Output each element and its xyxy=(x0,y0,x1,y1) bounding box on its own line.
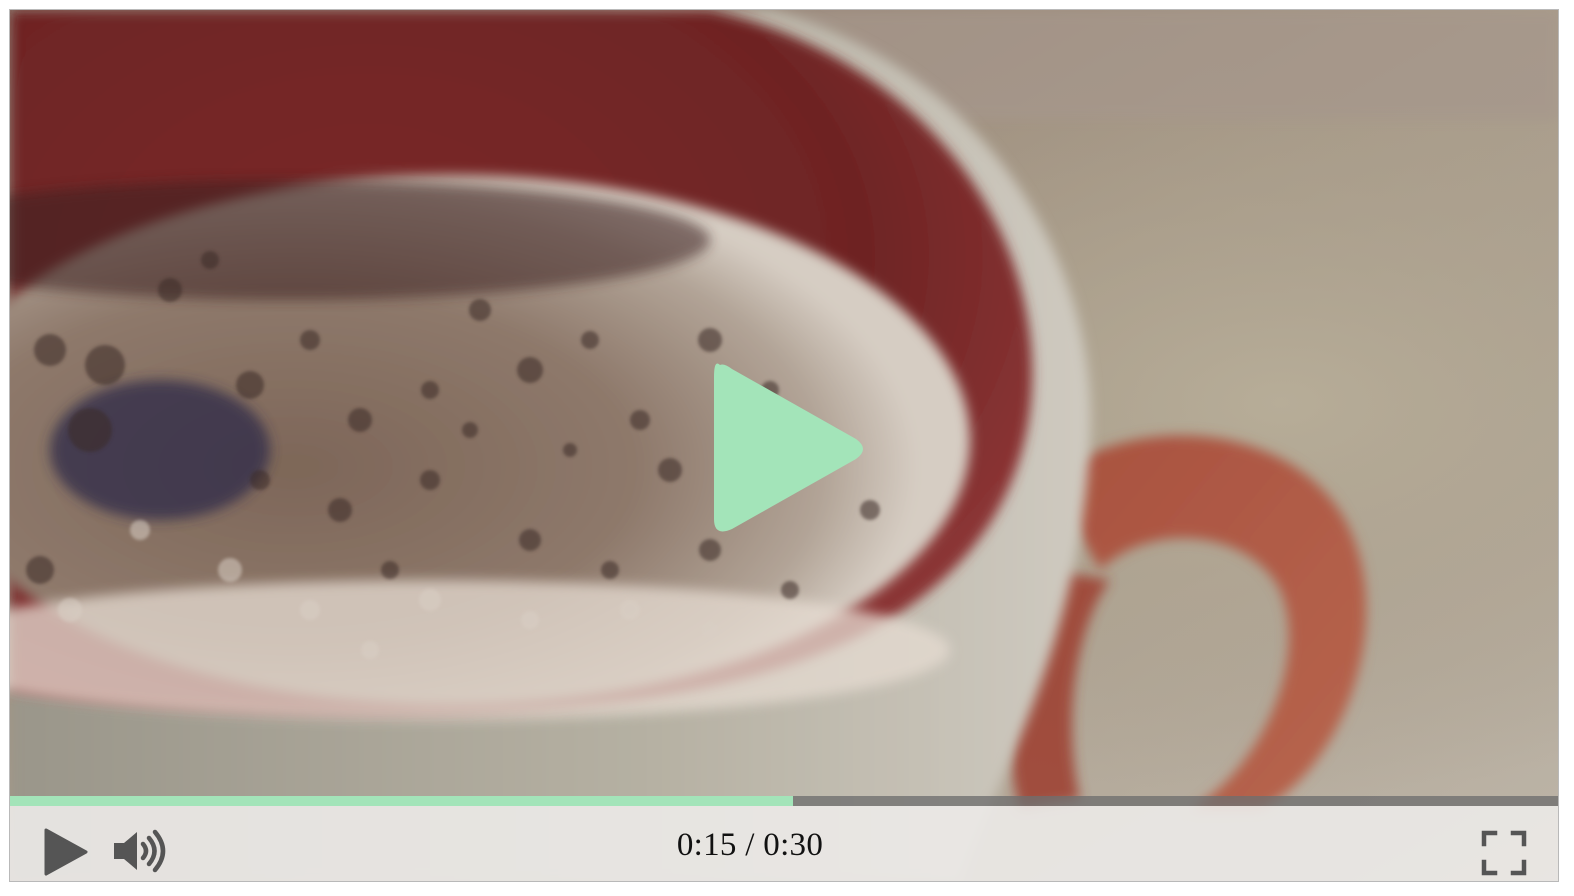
fullscreen-button[interactable] xyxy=(1481,830,1527,876)
play-button[interactable] xyxy=(40,826,92,878)
center-play-button[interactable] xyxy=(700,353,870,543)
time-display: 0:15 / 0:30 xyxy=(610,827,890,864)
fullscreen-icon xyxy=(1481,830,1527,876)
volume-button[interactable] xyxy=(111,828,169,874)
time-separator: / xyxy=(736,827,764,863)
duration: 0:30 xyxy=(763,827,824,863)
current-time: 0:15 xyxy=(676,827,737,863)
play-icon xyxy=(44,828,88,876)
progress-bar[interactable] xyxy=(10,796,1558,806)
play-icon xyxy=(714,363,863,532)
control-bar: 0:15 / 0:30 xyxy=(10,806,1558,881)
video-player[interactable]: 0:15 / 0:30 xyxy=(9,9,1559,882)
progress-played xyxy=(10,796,793,806)
volume-icon xyxy=(114,829,166,873)
